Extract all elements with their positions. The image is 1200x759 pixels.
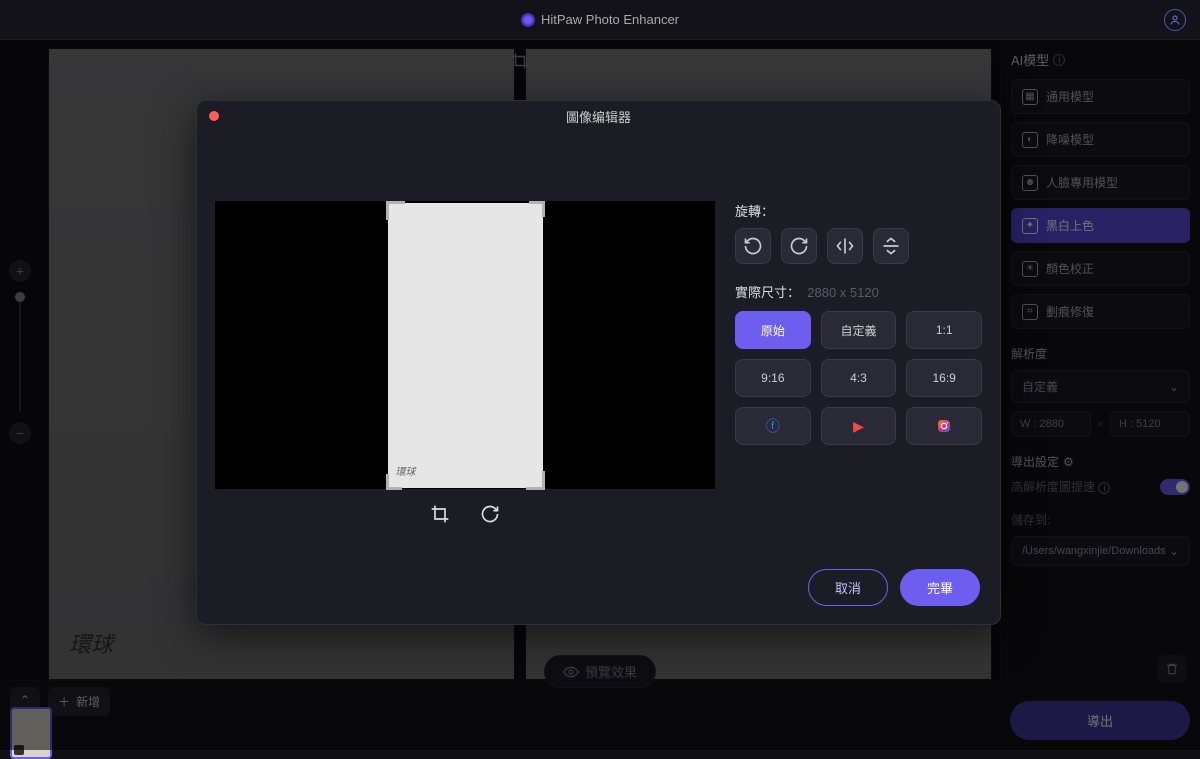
youtube-icon: ▶: [853, 418, 864, 435]
modal-title: 圖像编辑器: [566, 107, 631, 126]
ratio-custom[interactable]: 自定義: [821, 311, 897, 349]
close-icon[interactable]: [209, 111, 219, 121]
actual-size-label: 實際尺寸： 2880 x 5120: [735, 282, 982, 301]
ratio-1-1[interactable]: 1:1: [906, 311, 982, 349]
crop-canvas[interactable]: 環球: [215, 201, 715, 489]
cancel-button[interactable]: 取消: [808, 569, 888, 606]
rotate-label: 旋轉：: [735, 201, 982, 220]
ratio-facebook[interactable]: ⓕ: [735, 407, 811, 445]
facebook-icon: ⓕ: [766, 416, 780, 436]
ratio-4-3[interactable]: 4:3: [821, 359, 897, 397]
ratio-9-16[interactable]: 9:16: [735, 359, 811, 397]
rotate-cw-button[interactable]: [781, 228, 817, 264]
ratio-youtube[interactable]: ▶: [821, 407, 897, 445]
ratio-original[interactable]: 原始: [735, 311, 811, 349]
titlebar: HitPaw Photo Enhancer: [0, 0, 1200, 40]
image-editor-modal: 圖像编辑器 環球 旋轉：: [196, 100, 1001, 625]
reset-icon[interactable]: [477, 501, 503, 527]
ratio-instagram[interactable]: [906, 407, 982, 445]
crop-tool-icon[interactable]: [427, 501, 453, 527]
rotate-ccw-button[interactable]: [735, 228, 771, 264]
flip-horizontal-button[interactable]: [827, 228, 863, 264]
app-title: HitPaw Photo Enhancer: [541, 12, 679, 27]
app-logo-icon: [521, 13, 535, 27]
crop-photo[interactable]: 環球: [388, 203, 543, 488]
flip-vertical-button[interactable]: [873, 228, 909, 264]
actual-size-value: 2880 x 5120: [807, 285, 879, 300]
account-icon[interactable]: [1164, 9, 1186, 31]
done-button[interactable]: 完畢: [900, 569, 980, 606]
instagram-icon: [936, 418, 952, 434]
ratio-16-9[interactable]: 16:9: [906, 359, 982, 397]
